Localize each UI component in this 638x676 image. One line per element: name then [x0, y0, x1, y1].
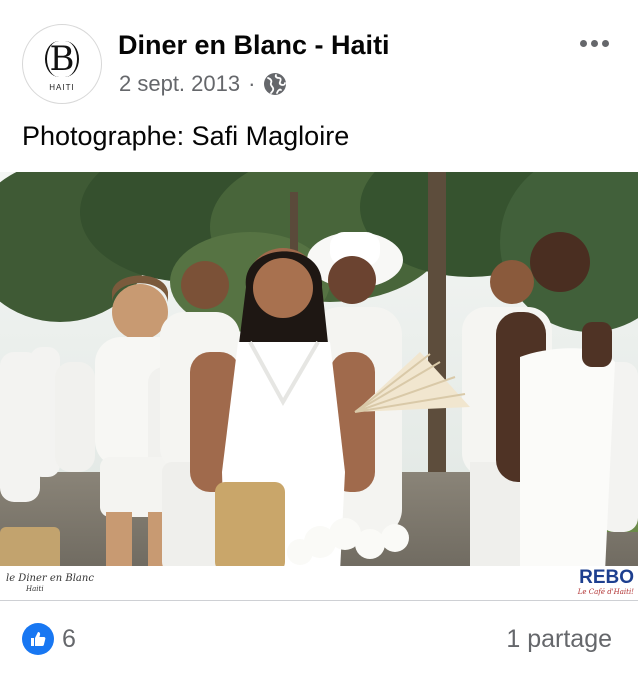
more-dot	[579, 39, 587, 47]
more-options-icon[interactable]	[574, 28, 614, 58]
post-photo[interactable]: le Diner en Blanc Haiti REBO Le Café d'H…	[0, 172, 638, 600]
photo-scene	[0, 172, 638, 572]
share-count-link[interactable]: 1 partage	[506, 625, 612, 654]
more-dot	[601, 39, 609, 47]
avatar-subtitle: HAITI	[49, 82, 75, 92]
avatar-monogram: B	[45, 40, 79, 77]
globe-icon	[263, 72, 287, 96]
sponsor-brand: REBO	[579, 567, 634, 588]
watermark-line-2: Haiti	[26, 585, 44, 593]
post-meta: 2 sept. 2013 ·	[119, 71, 287, 97]
page-name-link[interactable]: Diner en Blanc - Haiti	[118, 30, 390, 61]
rebo-sponsor-logo: REBO Le Café d'Haiti!	[577, 567, 634, 597]
post-footer: 6 1 partage	[0, 600, 638, 676]
diner-en-blanc-watermark: le Diner en Blanc Haiti	[6, 573, 94, 595]
post-header: B HAITI Diner en Blanc - Haiti 2 sept. 2…	[0, 0, 638, 112]
meta-separator: ·	[248, 71, 256, 96]
post-caption: Photographe: Safi Magloire	[22, 121, 350, 151]
more-dot	[590, 39, 598, 47]
watermark-line-1: le Diner en Blanc	[6, 573, 94, 584]
reaction-count: 6	[62, 624, 76, 653]
sponsor-tagline: Le Café d'Haiti!	[577, 588, 634, 596]
like-icon	[22, 623, 54, 655]
photo-watermark-strip: le Diner en Blanc Haiti REBO Le Café d'H…	[0, 566, 638, 600]
post-date-link[interactable]: 2 sept. 2013	[119, 71, 240, 97]
page-avatar[interactable]: B HAITI	[22, 24, 102, 104]
reactions-summary[interactable]: 6	[22, 623, 76, 655]
